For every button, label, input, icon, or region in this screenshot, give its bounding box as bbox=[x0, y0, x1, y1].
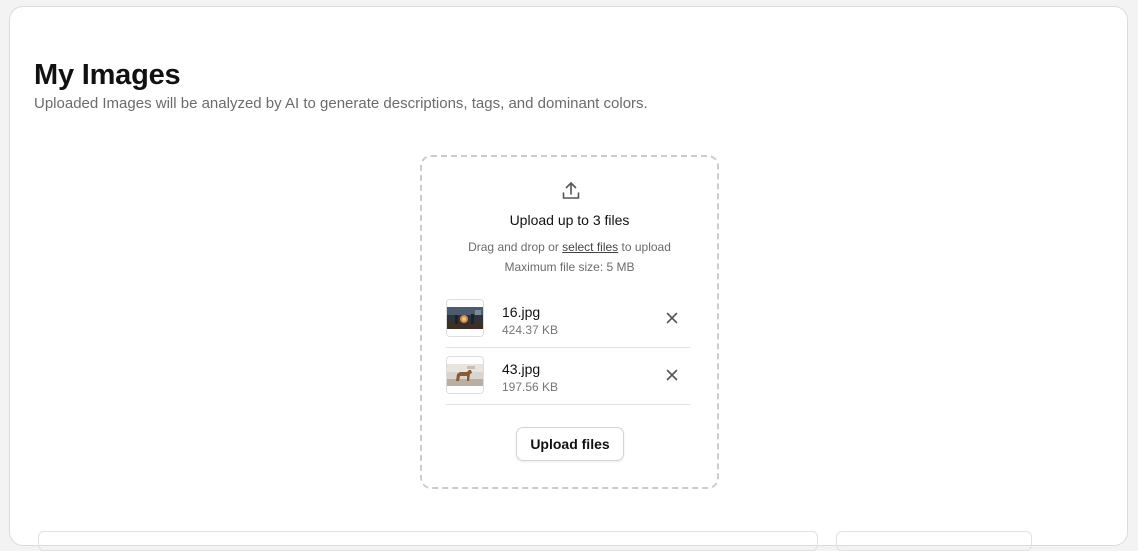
fantasy-scene-thumbnail bbox=[446, 299, 484, 337]
file-dropzone[interactable]: Upload up to 3 files Drag and drop or se… bbox=[420, 155, 719, 489]
hint-prefix: Drag and drop or bbox=[468, 240, 563, 254]
close-icon bbox=[666, 312, 678, 324]
file-name: 43.jpg bbox=[502, 361, 541, 377]
page-card: My Images Uploaded Images will be analyz… bbox=[9, 6, 1128, 551]
file-size: 197.56 KB bbox=[502, 380, 559, 394]
upload-icon bbox=[560, 180, 582, 202]
content-panel-edge bbox=[38, 531, 818, 551]
remove-file-button[interactable] bbox=[662, 308, 682, 328]
dog-thumbnail bbox=[446, 356, 484, 394]
select-files-link[interactable]: select files bbox=[562, 240, 618, 254]
dropzone-heading: Upload up to 3 files bbox=[509, 212, 630, 228]
file-name: 16.jpg bbox=[502, 304, 541, 320]
max-file-size: Maximum file size: 5 MB bbox=[504, 260, 635, 274]
close-icon bbox=[666, 369, 678, 381]
file-list: 16.jpg 424.37 KB 43.jpg 197.56 KB bbox=[446, 291, 690, 405]
side-panel-edge bbox=[836, 531, 1032, 551]
file-row: 16.jpg 424.37 KB bbox=[446, 291, 690, 348]
remove-file-button[interactable] bbox=[662, 365, 682, 385]
file-size: 424.37 KB bbox=[502, 323, 559, 337]
dropzone-hint: Drag and drop or select files to upload bbox=[422, 240, 717, 254]
hint-suffix: to upload bbox=[618, 240, 671, 254]
upload-files-button[interactable]: Upload files bbox=[516, 427, 624, 461]
file-row: 43.jpg 197.56 KB bbox=[446, 348, 690, 405]
page-title: My Images bbox=[34, 59, 181, 91]
page-subtitle: Uploaded Images will be analyzed by AI t… bbox=[34, 95, 648, 112]
